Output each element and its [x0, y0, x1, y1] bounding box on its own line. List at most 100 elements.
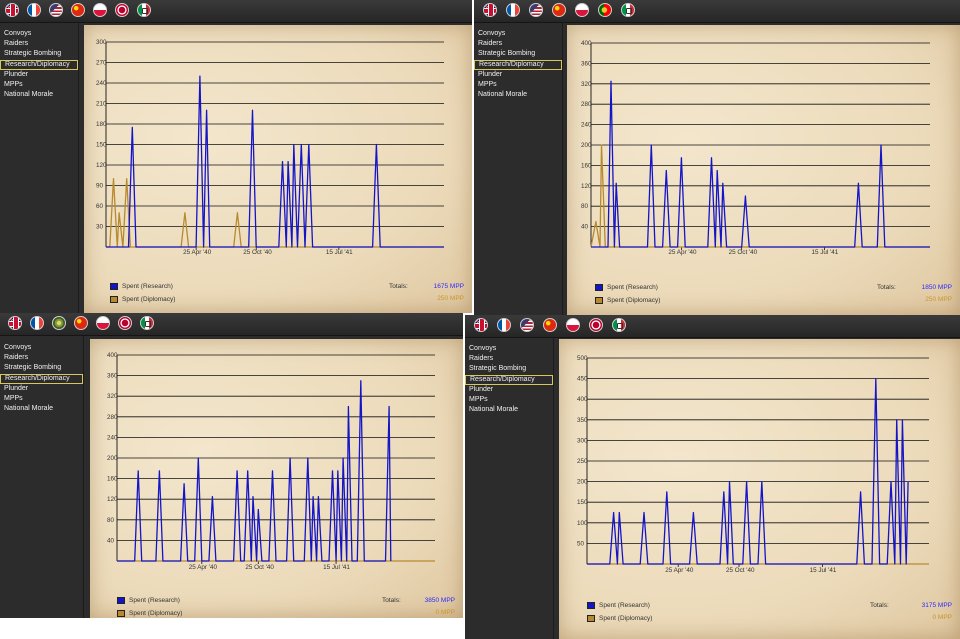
uk-flag-icon[interactable]: [483, 3, 497, 17]
y-tick-label: 80: [581, 203, 589, 210]
research-series-line: [106, 75, 444, 248]
y-tick-label: 350: [577, 417, 588, 424]
y-tick-label: 120: [107, 496, 118, 503]
japan-flag-icon[interactable]: [118, 316, 132, 330]
research-diplomacy-chart: 400 360 320 280 240 200 160 120 80 40 25 Apr '40 25…: [107, 352, 435, 571]
menu-item-mpps[interactable]: MPPs: [465, 395, 553, 405]
y-tick-label: 240: [107, 434, 118, 441]
france-flag-icon[interactable]: [497, 318, 511, 332]
menu-item-plunder[interactable]: Plunder: [465, 385, 553, 395]
research-total-value: 3850 MPP: [424, 597, 455, 604]
china-flag-icon[interactable]: [74, 316, 88, 330]
legend-label: Spent (Diplomacy): [599, 615, 653, 622]
menu-item-convoys[interactable]: Convoys: [0, 29, 78, 39]
menu-item-plunder[interactable]: Plunder: [0, 384, 83, 394]
menu-item-national-morale[interactable]: National Morale: [474, 90, 562, 100]
poland-flag-icon[interactable]: [575, 3, 589, 17]
italy-flag-icon[interactable]: [612, 318, 626, 332]
y-tick-label: 30: [96, 224, 104, 231]
china-flag-icon[interactable]: [71, 3, 85, 17]
stats-panel: Convoys Raiders Strategic Bombing Research/…: [0, 313, 463, 618]
diplomacy-total-value: 250 MPP: [925, 296, 952, 303]
report-menu: Convoys Raiders Strategic Bombing Research/…: [465, 338, 554, 639]
menu-item-national-morale[interactable]: National Morale: [465, 405, 553, 415]
menu-item-plunder[interactable]: Plunder: [0, 70, 78, 80]
menu-item-plunder[interactable]: Plunder: [474, 70, 562, 80]
italy-flag-icon[interactable]: [621, 3, 635, 17]
diplomacy-total-value: 250 MPP: [437, 295, 464, 302]
stats-panel: Convoys Raiders Strategic Bombing Research/…: [0, 0, 472, 313]
menu-item-national-morale[interactable]: National Morale: [0, 90, 78, 100]
y-tick-label: 360: [107, 373, 118, 380]
portugal-flag-icon[interactable]: [598, 3, 612, 17]
china-flag-icon[interactable]: [543, 318, 557, 332]
menu-item-raiders[interactable]: Raiders: [0, 39, 78, 49]
menu-item-raiders[interactable]: Raiders: [474, 39, 562, 49]
y-tick-label: 250: [577, 458, 588, 465]
menu-item-raiders[interactable]: Raiders: [465, 354, 553, 364]
uk-flag-icon[interactable]: [8, 316, 22, 330]
menu-item-research-diplomacy[interactable]: Research/Diplomacy: [0, 59, 78, 70]
y-tick-label: 120: [96, 162, 107, 169]
y-tick-label: 200: [107, 455, 118, 462]
legend-swatch: [110, 283, 118, 290]
menu-item-research-diplomacy[interactable]: Research/Diplomacy: [465, 374, 553, 385]
france-flag-icon[interactable]: [27, 3, 41, 17]
china-flag-icon[interactable]: [552, 3, 566, 17]
legend-label: Spent (Diplomacy): [607, 297, 661, 304]
menu-item-strategic-bombing[interactable]: Strategic Bombing: [0, 363, 83, 373]
x-tick-label: 15 Jul '41: [323, 564, 350, 571]
menu-item-raiders[interactable]: Raiders: [0, 353, 83, 363]
germany-flag-icon[interactable]: [52, 316, 66, 330]
totals-label: Totals:: [389, 283, 408, 290]
x-tick-label: 25 Apr '40: [189, 564, 218, 571]
poland-flag-icon[interactable]: [93, 3, 107, 17]
y-tick-label: 40: [581, 224, 589, 231]
legend-swatch: [587, 602, 595, 609]
usa-flag-icon[interactable]: [49, 3, 63, 17]
diplomacy-total-value: 0 MPP: [932, 614, 952, 621]
usa-flag-icon[interactable]: [529, 3, 543, 17]
menu-item-strategic-bombing[interactable]: Strategic Bombing: [0, 49, 78, 59]
report-menu: Convoys Raiders Strategic Bombing Research/…: [0, 23, 79, 313]
diplomacy-total-value: 0 MPP: [435, 609, 455, 616]
chart-area: 300 270 240 210 180 150 120 90 60 30 25 Apr '40 25 …: [84, 25, 472, 313]
menu-item-strategic-bombing[interactable]: Strategic Bombing: [474, 49, 562, 59]
y-tick-label: 210: [96, 101, 107, 108]
menu-item-strategic-bombing[interactable]: Strategic Bombing: [465, 364, 553, 374]
legend-swatch: [587, 615, 595, 622]
menu-item-mpps[interactable]: MPPs: [0, 80, 78, 90]
france-flag-icon[interactable]: [30, 316, 44, 330]
y-tick-label: 270: [96, 60, 107, 67]
research-total-value: 1675 MPP: [433, 283, 464, 290]
menu-item-mpps[interactable]: MPPs: [474, 80, 562, 90]
uk-flag-icon[interactable]: [5, 3, 19, 17]
menu-item-national-morale[interactable]: National Morale: [0, 404, 83, 414]
usa-flag-icon[interactable]: [520, 318, 534, 332]
poland-flag-icon[interactable]: [566, 318, 580, 332]
japan-flag-icon[interactable]: [589, 318, 603, 332]
japan-flag-icon[interactable]: [115, 3, 129, 17]
france-flag-icon[interactable]: [506, 3, 520, 17]
nation-flag-bar: [0, 313, 463, 336]
menu-item-research-diplomacy[interactable]: Research/Diplomacy: [0, 373, 83, 384]
poland-flag-icon[interactable]: [96, 316, 110, 330]
y-tick-label: 320: [107, 393, 118, 400]
menu-item-convoys[interactable]: Convoys: [465, 344, 553, 354]
legend-label: Spent (Research): [599, 602, 650, 609]
research-total-value: 3175 MPP: [921, 602, 952, 609]
menu-item-convoys[interactable]: Convoys: [474, 29, 562, 39]
italy-flag-icon[interactable]: [140, 316, 154, 330]
menu-item-research-diplomacy[interactable]: Research/Diplomacy: [474, 59, 562, 70]
y-tick-label: 80: [107, 517, 115, 524]
nation-flag-bar: [0, 0, 472, 23]
italy-flag-icon[interactable]: [137, 3, 151, 17]
y-tick-label: 150: [96, 142, 107, 149]
y-tick-label: 150: [577, 499, 588, 506]
menu-item-convoys[interactable]: Convoys: [0, 343, 83, 353]
menu-item-mpps[interactable]: MPPs: [0, 394, 83, 404]
research-diplomacy-chart: 500 450 400 350 300 250 200 150 100 50 25 Apr '40 2…: [577, 355, 929, 574]
uk-flag-icon[interactable]: [474, 318, 488, 332]
x-tick-label: 15 Jul '41: [812, 249, 839, 256]
y-tick-label: 100: [577, 520, 588, 527]
